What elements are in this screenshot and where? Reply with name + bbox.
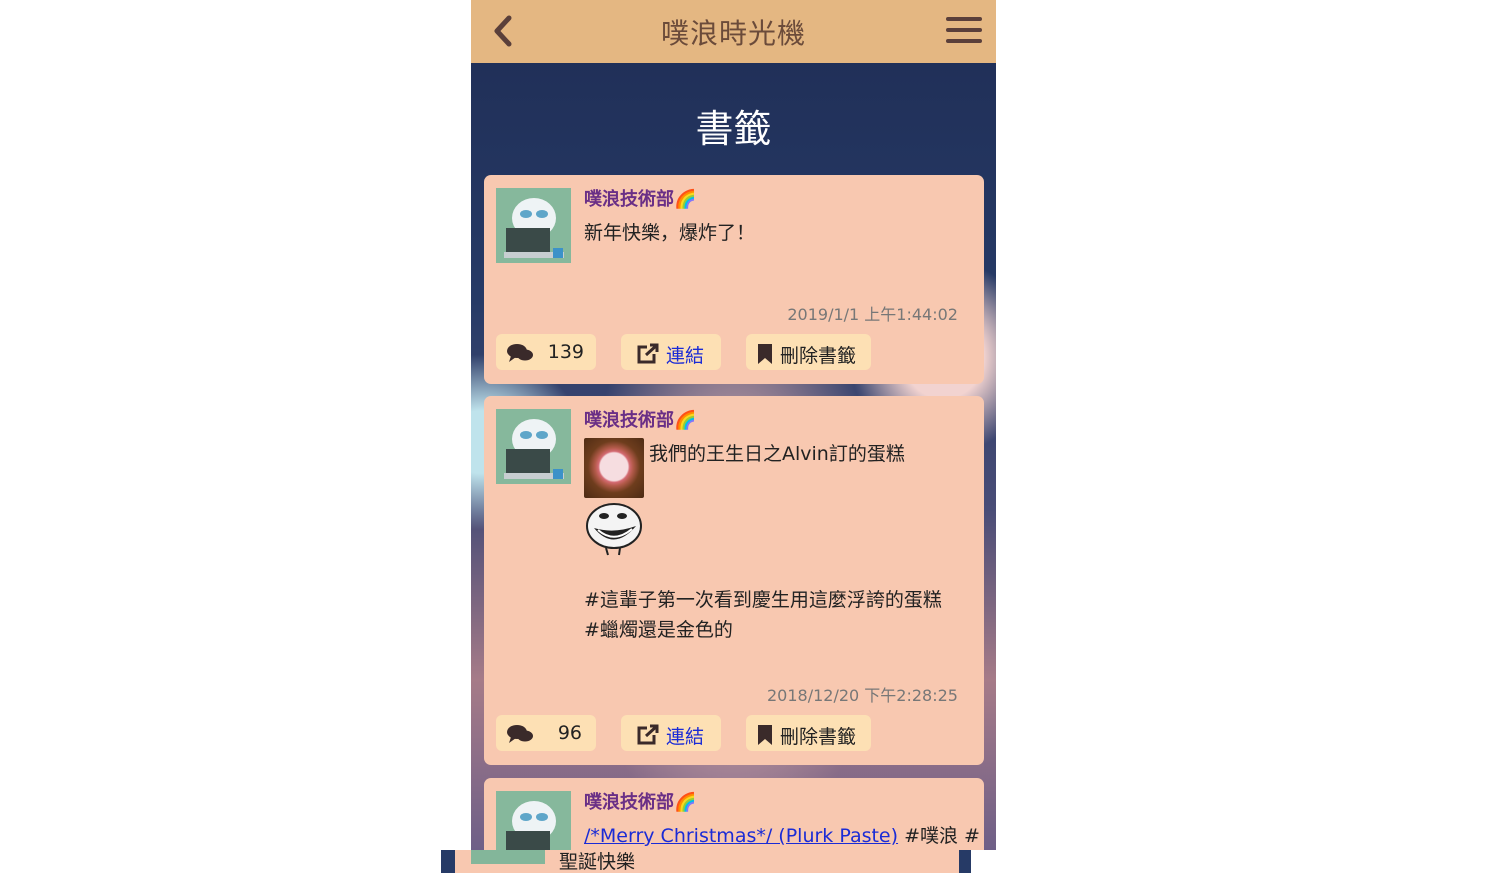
- plurk-paste-link[interactable]: /*Merry Christmas*/ (Plurk Paste): [584, 825, 898, 847]
- remove-bookmark-button[interactable]: 刪除書籤: [746, 715, 871, 751]
- external-link-icon: [637, 343, 659, 364]
- avatar-illustration: [496, 791, 571, 850]
- post-caption: 我們的王生日之Alvin訂的蛋糕: [649, 443, 905, 465]
- bookmark-icon: [758, 725, 772, 745]
- comments-button[interactable]: 139: [496, 334, 596, 370]
- app-title: 噗浪時光機: [660, 17, 806, 50]
- plurk-card-fragment: 聖誕快樂: [455, 850, 959, 873]
- avatar[interactable]: [496, 791, 571, 850]
- post-text-line: #這輩子第一次看到慶生用這麼浮誇的蛋糕: [584, 589, 942, 611]
- username[interactable]: 噗浪技術部🌈: [584, 406, 696, 432]
- avatar[interactable]: [471, 850, 545, 864]
- cake-photo-thumbnail[interactable]: [584, 438, 644, 498]
- link-button[interactable]: 連結: [621, 334, 721, 370]
- external-link-icon: [637, 724, 659, 745]
- plurk-card: 噗浪技術部🌈 /*Merry Christmas*/ (Plurk Paste)…: [484, 778, 984, 850]
- app-window: 噗浪時光機 書籤 噗浪技術部🌈 新年快樂，爆炸了！ 2019/1/1 上午1:4…: [471, 0, 996, 850]
- post-text: 新年快樂，爆炸了！: [584, 222, 756, 244]
- hamburger-menu-icon: [946, 17, 982, 21]
- comments-button[interactable]: 96: [496, 715, 596, 751]
- link-label: 連結: [666, 726, 705, 748]
- comments-icon: [507, 725, 533, 743]
- avatar-illustration: [496, 409, 571, 484]
- top-bar: 噗浪時光機: [471, 0, 996, 63]
- remove-bookmark-label: 刪除書籤: [780, 345, 857, 367]
- rainbow-icon: 🌈: [674, 410, 697, 431]
- remove-bookmark-button[interactable]: 刪除書籤: [746, 334, 871, 370]
- plurk-card: 噗浪技術部🌈 新年快樂，爆炸了！ 2019/1/1 上午1:44:02 139 …: [484, 175, 984, 384]
- link-button[interactable]: 連結: [621, 715, 721, 751]
- link-label: 連結: [666, 345, 705, 367]
- post-text: /*Merry Christmas*/ (Plurk Paste) #噗浪 #: [584, 825, 980, 847]
- page-title: 書籤: [695, 107, 772, 151]
- post-text-line: #蠟燭還是金色的: [584, 619, 733, 641]
- avatar[interactable]: [496, 188, 571, 263]
- scroll-overlay-strip: 聖誕快樂: [441, 850, 971, 873]
- username[interactable]: 噗浪技術部🌈: [584, 788, 696, 814]
- bookmark-icon: [758, 344, 772, 364]
- timestamp: 2018/12/20 下午2:28:25: [767, 686, 958, 705]
- avatar[interactable]: [496, 409, 571, 484]
- avatar-illustration: [496, 188, 571, 263]
- post-text-continued: 聖誕快樂: [559, 851, 636, 873]
- remove-bookmark-label: 刪除書籤: [780, 726, 857, 748]
- plurk-card: 噗浪技術部🌈 我們的王生日之Alvin訂的蛋糕 #這輩子第一次看到慶生用這麼浮誇…: [484, 396, 984, 765]
- comment-count: 139: [547, 341, 584, 363]
- rainbow-icon: 🌈: [674, 792, 697, 813]
- rainbow-icon: 🌈: [674, 189, 697, 210]
- hamburger-menu-button[interactable]: [946, 17, 982, 45]
- troll-face-emoticon-icon: [586, 503, 642, 556]
- timestamp: 2019/1/1 上午1:44:02: [787, 305, 958, 324]
- comment-count: 96: [557, 722, 582, 744]
- comments-icon: [507, 344, 533, 362]
- username[interactable]: 噗浪技術部🌈: [584, 185, 696, 211]
